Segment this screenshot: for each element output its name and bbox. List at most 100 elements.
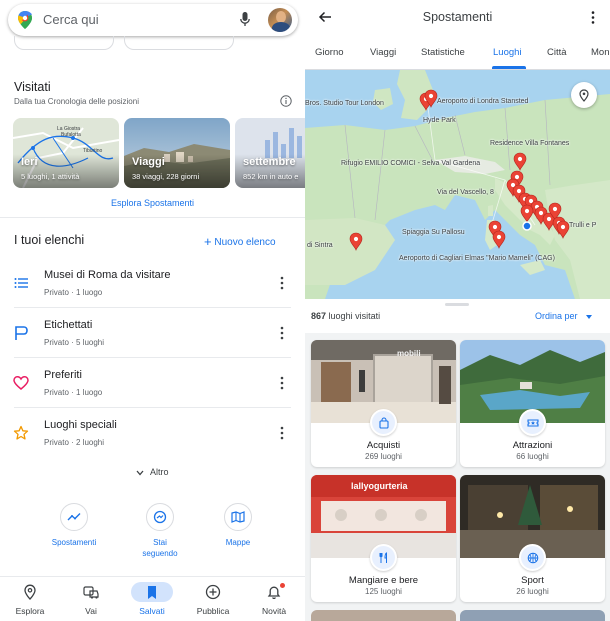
- plus-icon: +: [204, 234, 212, 249]
- search-bar[interactable]: Cerca qui: [8, 4, 298, 36]
- tab-places[interactable]: Luoghi: [493, 47, 522, 58]
- category-name: Attrazioni: [512, 440, 553, 451]
- list-item-luoghi-speciali[interactable]: Luoghi speciali Privato · 2 luoghi: [0, 408, 305, 458]
- tab-trips[interactable]: Viaggi: [370, 47, 396, 58]
- app-bar: Spostamenti Giorno Viaggi Statistiche Lu…: [305, 0, 610, 70]
- tab-stats[interactable]: Statistiche: [421, 47, 465, 58]
- visited-subtitle: Dalla tua Cronologia delle posizioni: [14, 97, 139, 106]
- category-card-partial[interactable]: [460, 610, 605, 621]
- following-action[interactable]: Stai seguendo: [130, 503, 190, 559]
- nav-label: Novità: [261, 606, 287, 616]
- category-card-partial[interactable]: [311, 610, 456, 621]
- bottom-navigation: Esplora Vai Salvati Pubblica Novità: [0, 576, 305, 621]
- list-item-musei[interactable]: Musei di Roma da visitare Privato · 1 lu…: [0, 258, 305, 308]
- my-location-button[interactable]: [571, 82, 597, 108]
- visited-card-trips[interactable]: Viaggi 38 viaggi, 228 giorni: [124, 118, 230, 188]
- more-vert-icon[interactable]: [280, 276, 284, 290]
- search-input[interactable]: Cerca qui: [43, 12, 99, 27]
- nav-label: Salvati: [139, 606, 165, 616]
- action-label: Stai seguendo: [142, 538, 178, 558]
- category-card-attractions[interactable]: Attrazioni 66 luoghi: [460, 340, 605, 467]
- chevron-down-icon: [136, 470, 144, 476]
- drag-handle[interactable]: [445, 303, 469, 306]
- list-item-subtitle: Privato · 5 luoghi: [44, 338, 105, 347]
- star-icon: [13, 425, 29, 440]
- tab-world[interactable]: Mon: [591, 47, 609, 58]
- action-label: Spostamenti: [51, 538, 97, 547]
- card-label: settembre: [243, 156, 296, 168]
- list-item-subtitle: Privato · 2 luoghi: [44, 438, 105, 447]
- microphone-icon[interactable]: [240, 12, 250, 27]
- category-name: Sport: [521, 575, 544, 586]
- shopping-badge: [370, 409, 397, 436]
- card-label: Ieri: [21, 156, 38, 168]
- divider: [0, 217, 305, 218]
- attractions-badge: [519, 409, 546, 436]
- bookmark-icon: [148, 586, 156, 599]
- page-title: Spostamenti: [422, 10, 493, 24]
- more-lists-button[interactable]: Altro: [136, 467, 169, 477]
- sport-badge: [519, 544, 546, 571]
- dropdown-arrow-icon: [586, 314, 593, 319]
- nav-saved[interactable]: Salvati: [122, 577, 182, 621]
- sort-label: Ordina per: [535, 311, 578, 321]
- shopping-bag-icon: [378, 416, 389, 429]
- lists-title: I tuoi elenchi: [14, 233, 85, 247]
- commute-icon: [83, 586, 99, 599]
- nav-contribute[interactable]: Pubblica: [183, 577, 243, 621]
- heart-icon: [13, 376, 29, 390]
- visited-card-yesterday[interactable]: La Giostra Bufalotta Tiburtino Ieri 5 lu…: [13, 118, 119, 188]
- new-list-button[interactable]: + Nuovo elenco: [204, 233, 276, 249]
- maps-logo-icon: [18, 11, 32, 29]
- sort-button[interactable]: Ordina per: [535, 311, 593, 321]
- category-card-sport[interactable]: Sport 26 luoghi: [460, 475, 605, 602]
- places-map[interactable]: Bros. Studio Tour London Aeroporto di Lo…: [305, 70, 610, 299]
- nav-go[interactable]: Vai: [61, 577, 121, 621]
- category-card-shopping[interactable]: mobili Acquisti 269 luoghi: [311, 340, 456, 467]
- basketball-icon: [527, 552, 538, 563]
- ticket-icon: [526, 418, 539, 427]
- following-icon: [146, 503, 174, 531]
- tab-day[interactable]: Giorno: [315, 47, 344, 58]
- map-place-label: Bufalotta: [61, 132, 81, 138]
- tab-cities[interactable]: Città: [547, 47, 567, 58]
- visited-title: Visitati: [14, 80, 51, 94]
- list-item-etichettati[interactable]: Etichettati Privato · 5 luoghi: [0, 308, 305, 358]
- info-icon[interactable]: [280, 95, 292, 107]
- list-item-title: Luoghi speciali: [44, 419, 117, 431]
- category-card-food[interactable]: lallyogurteria Mangiare e bere 125 luogh…: [311, 475, 456, 602]
- visited-card-september[interactable]: settembre 852 km in auto e: [235, 118, 305, 188]
- timeline-panel: Spostamenti Giorno Viaggi Statistiche Lu…: [305, 0, 610, 621]
- card-subtitle: 852 km in auto e: [243, 172, 299, 181]
- shop-sign: mobili: [397, 349, 421, 358]
- category-count: 269 luoghi: [365, 452, 402, 461]
- more-vert-icon[interactable]: [280, 376, 284, 390]
- card-subtitle: 5 luoghi, 1 attività: [21, 172, 80, 181]
- list-item-title: Etichettati: [44, 319, 93, 331]
- add-circle-icon: [205, 584, 221, 600]
- card-label: Viaggi: [132, 156, 165, 168]
- timeline-action[interactable]: Spostamenti: [44, 503, 104, 548]
- visited-summary-bar: 867 luoghi visitati Ordina per: [305, 299, 610, 333]
- action-label: Mappe: [225, 538, 251, 547]
- map-icon: [224, 503, 252, 531]
- food-badge: [370, 544, 397, 571]
- list-item-preferiti[interactable]: Preferiti Privato · 1 luogo: [0, 358, 305, 408]
- nav-updates[interactable]: Novità: [244, 577, 304, 621]
- saved-panel: Cerca qui Visitati Dalla tua Cronologia …: [0, 0, 305, 621]
- more-vert-icon[interactable]: [591, 11, 595, 24]
- visited-count: 867 luoghi visitati: [311, 311, 381, 321]
- category-count: 26 luoghi: [516, 587, 549, 596]
- more-vert-icon[interactable]: [280, 426, 284, 440]
- avatar[interactable]: [268, 8, 292, 32]
- location-pin-icon: [24, 584, 36, 600]
- category-name: Acquisti: [366, 440, 401, 451]
- list-icon: [14, 278, 28, 288]
- nav-explore[interactable]: Esplora: [0, 577, 60, 621]
- more-vert-icon[interactable]: [280, 326, 284, 340]
- maps-action[interactable]: Mappe: [208, 503, 268, 548]
- card-subtitle: 38 viaggi, 228 giorni: [132, 172, 200, 181]
- notification-dot: [280, 583, 285, 588]
- explore-timeline-link[interactable]: Esplora Spostamenti: [0, 198, 305, 208]
- category-chips-strip: [14, 36, 234, 52]
